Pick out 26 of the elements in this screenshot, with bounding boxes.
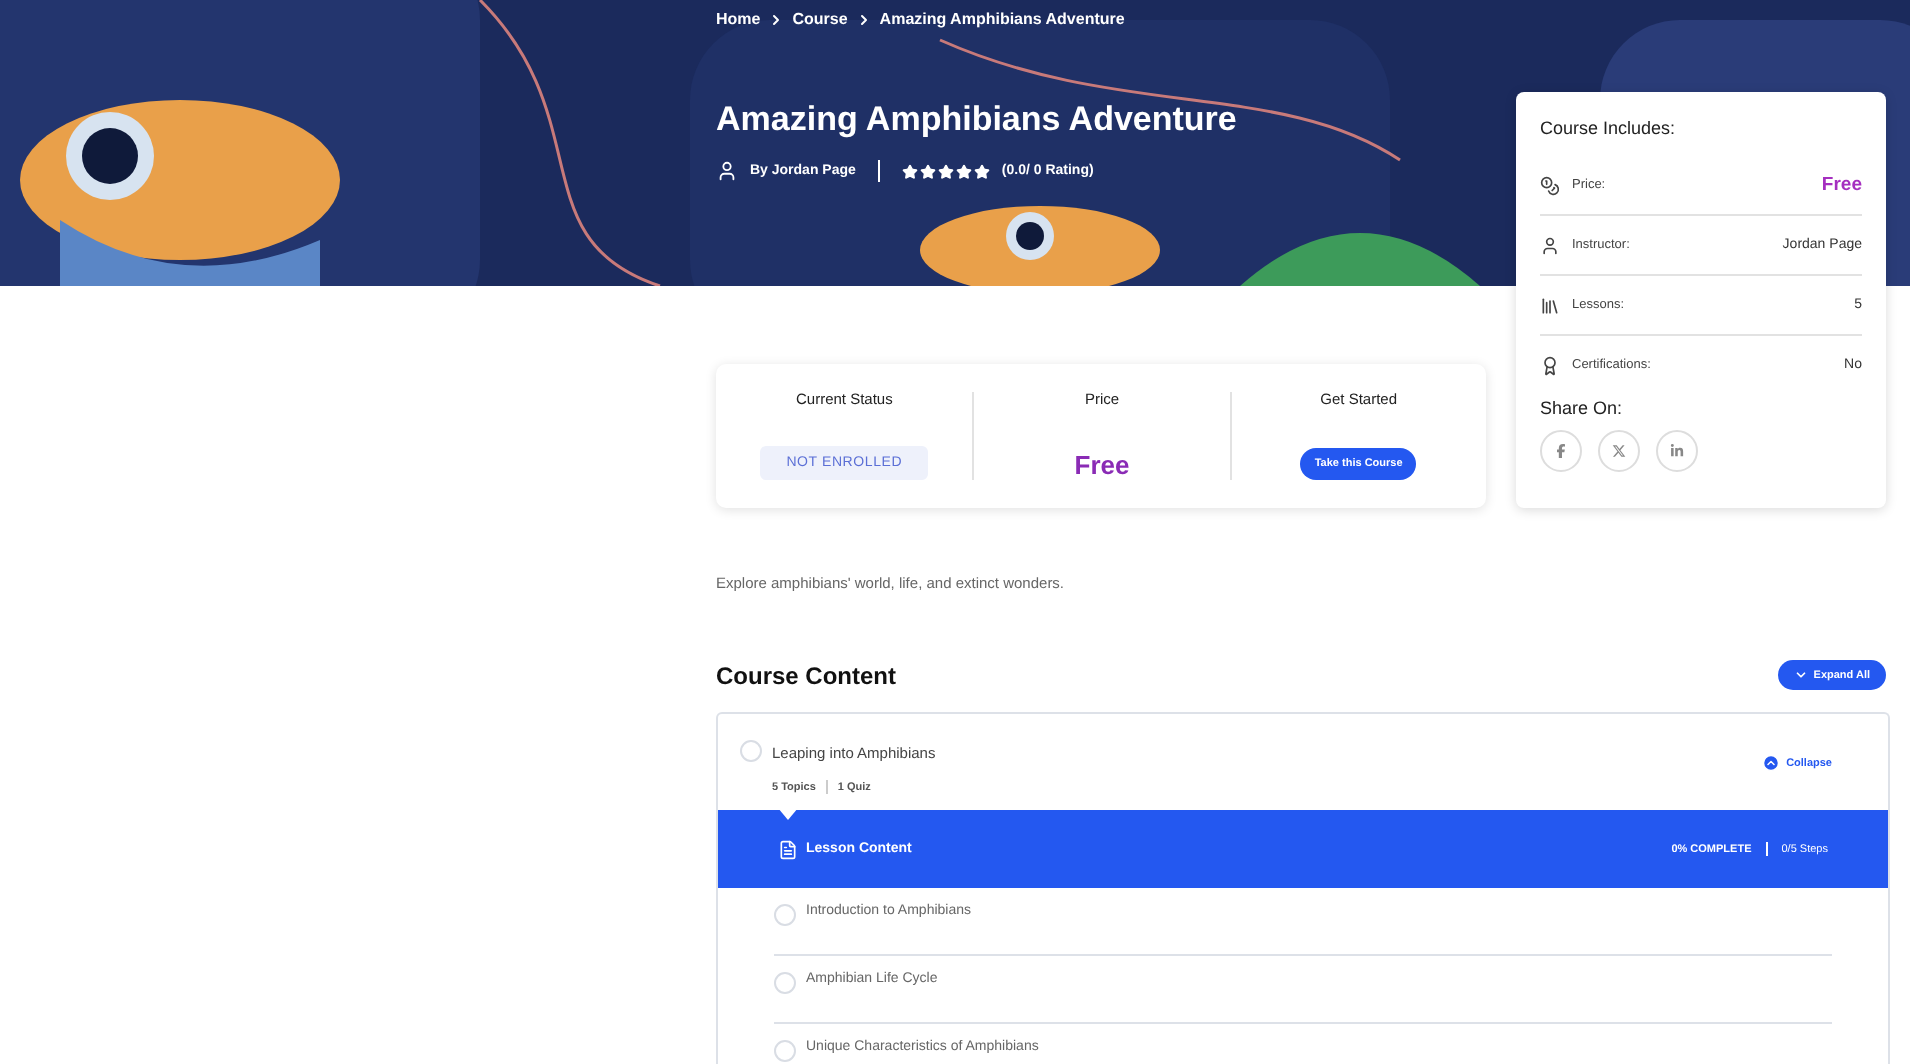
coins-icon	[1540, 175, 1560, 195]
share-title: Share On:	[1540, 398, 1625, 418]
info-value: Free	[1821, 174, 1862, 196]
user-icon	[716, 160, 738, 182]
progress-ring-icon	[774, 904, 796, 926]
card-title: Course Includes:	[1540, 118, 1678, 138]
award-icon	[1540, 355, 1560, 375]
course-title: Amazing Amphibians Adventure	[716, 100, 1237, 140]
chevron-right-icon	[855, 11, 872, 27]
chevron-up-icon	[1762, 754, 1781, 772]
section-heading: Course Content	[716, 661, 896, 689]
price-value: Free	[1074, 450, 1130, 480]
x-share-icon[interactable]	[1598, 430, 1640, 472]
linkedin-share-icon[interactable]	[1656, 430, 1698, 472]
document-icon	[778, 839, 798, 859]
pointer-notch	[778, 808, 798, 820]
breadcrumb-link[interactable]: Course	[792, 10, 848, 28]
chevron-right-icon	[768, 11, 785, 27]
breadcrumb-link[interactable]: Home	[716, 10, 761, 28]
progress-ring-icon	[774, 972, 796, 994]
breadcrumb-link[interactable]: Amazing Amphibians Adventure	[879, 10, 1125, 28]
books-icon	[1540, 295, 1560, 315]
progress-ring-icon	[740, 740, 762, 762]
facebook-share-icon[interactable]	[1540, 430, 1582, 472]
chevron-down-icon	[1793, 668, 1808, 682]
user-icon	[1540, 235, 1560, 255]
